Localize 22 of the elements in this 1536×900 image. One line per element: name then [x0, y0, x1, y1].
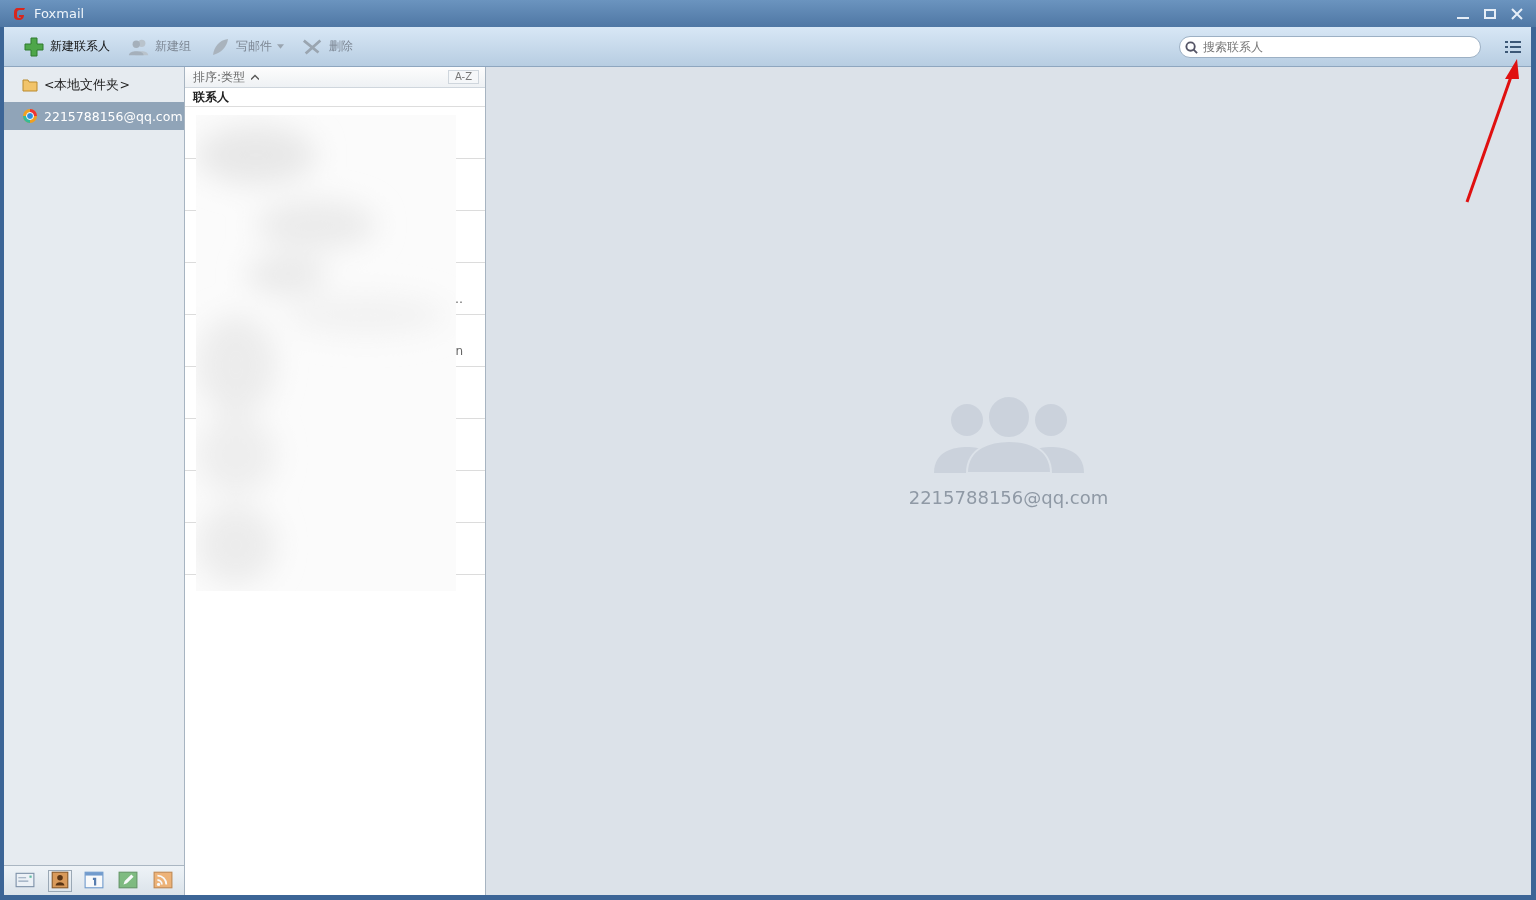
sidebar-item[interactable]: <本地文件夹>	[4, 71, 184, 99]
app-logo-icon	[12, 5, 28, 22]
sort-label[interactable]: 排序:类型	[193, 68, 246, 86]
contact-card-icon[interactable]	[48, 870, 71, 891]
truncated-text: n	[455, 344, 463, 358]
calendar-icon[interactable]	[82, 870, 105, 891]
sidebar-item[interactable]: 2215788156@qq.com	[4, 102, 184, 130]
toolbar-button[interactable]: 新建联系人	[18, 34, 115, 59]
menu-icon[interactable]	[1505, 39, 1521, 54]
folder-icon	[22, 77, 38, 93]
rss-icon[interactable]	[151, 870, 174, 891]
search-field[interactable]: 搜索联系人	[1179, 35, 1481, 58]
sort-order-button[interactable]: A-Z	[447, 70, 479, 84]
maximize-icon[interactable]	[1483, 6, 1497, 21]
window-title: Foxmail	[34, 6, 85, 21]
plus-icon	[23, 36, 45, 57]
account-address: 2215788156@qq.com	[908, 486, 1109, 508]
close-icon[interactable]	[1510, 6, 1524, 21]
account-icon	[22, 108, 38, 124]
pencil-note-icon[interactable]	[117, 870, 140, 891]
group-header: 联系人	[185, 88, 485, 107]
caret-icon[interactable]	[251, 74, 260, 80]
